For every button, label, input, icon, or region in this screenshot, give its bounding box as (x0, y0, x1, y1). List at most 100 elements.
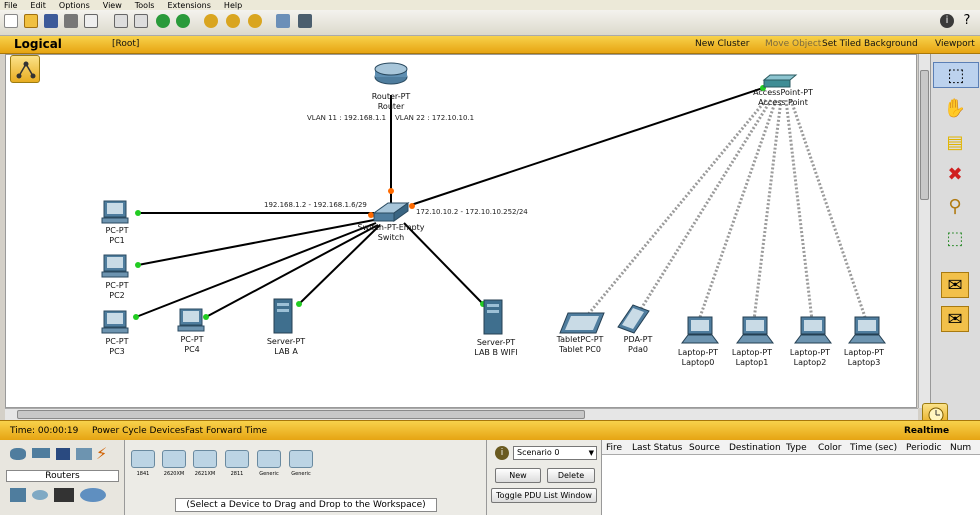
laptop2-type-label: Laptop-PT (790, 348, 830, 357)
save-icon[interactable] (44, 14, 58, 28)
pdu-col-num[interactable]: Num (950, 443, 971, 453)
place-note-icon[interactable]: ▤ (941, 130, 969, 156)
pdu-col-source[interactable]: Source (689, 443, 720, 453)
router-icon (289, 450, 313, 468)
scenario-select[interactable]: Scenario 0 ▼ (513, 446, 597, 460)
help-icon[interactable]: ? (960, 14, 974, 28)
delete-icon[interactable]: ✖ (941, 162, 969, 188)
access-point-device[interactable]: AccessPoint-PT Access Point (753, 74, 813, 107)
device-generic-1[interactable]: Generic (257, 450, 281, 478)
realtime-mode-title[interactable]: Realtime (904, 426, 949, 436)
add-complex-pdu-icon[interactable]: ✉ (941, 306, 969, 332)
tablet-device[interactable]: TabletPC-PT Tablet PC0 (556, 312, 605, 354)
device-2811[interactable]: 2811 (225, 450, 249, 478)
add-simple-pdu-icon[interactable]: ✉ (941, 272, 969, 298)
zoom-out-icon[interactable] (248, 14, 262, 28)
menu-extensions[interactable]: Extensions (167, 1, 210, 10)
resize-shape-icon[interactable]: ⬚ (941, 226, 969, 252)
undo-icon[interactable] (156, 14, 170, 28)
router-device[interactable]: Router-PT Router (372, 62, 411, 111)
workspace-vertical-scrollbar[interactable] (918, 54, 930, 408)
pc4-device[interactable]: PC-PT PC4 (177, 308, 205, 354)
scenario-info-icon[interactable]: i (495, 446, 509, 460)
device-2620xm[interactable]: 2620XM (162, 450, 186, 478)
menu-tools[interactable]: Tools (135, 1, 155, 10)
routers-category-icon[interactable] (10, 448, 26, 460)
laptop1-device[interactable]: Laptop-PT Laptop1 (732, 316, 774, 367)
laba-type-label: Server-PT (267, 337, 305, 346)
pc2-device[interactable]: PC-PT PC2 (101, 254, 129, 300)
pdu-col-type[interactable]: Type (786, 443, 807, 453)
vlan22-label: VLAN 22 : 172.10.10.1 (395, 114, 474, 122)
vlan11-label: VLAN 11 : 192.168.1.1 (307, 114, 386, 122)
wan-emulation-category-icon[interactable] (32, 490, 48, 500)
device-generic-2[interactable]: Generic (289, 450, 313, 478)
paste-icon[interactable] (134, 14, 148, 28)
server-lab-b-device[interactable]: Server-PT LAB B WIFI (474, 299, 518, 357)
router-icon (225, 450, 249, 468)
pdu-col-last-status[interactable]: Last Status (632, 443, 682, 453)
pc3-device[interactable]: PC-PT PC3 (101, 310, 129, 356)
select-tool-icon[interactable]: ⬚ (933, 62, 979, 88)
custom-device-icon[interactable] (298, 14, 312, 28)
root-breadcrumb[interactable]: [Root] (112, 39, 139, 49)
copy-icon[interactable] (114, 14, 128, 28)
laptop0-device[interactable]: Laptop-PT Laptop0 (678, 316, 719, 367)
pdu-col-color[interactable]: Color (818, 443, 842, 453)
wireless-link-laptop1 (752, 99, 783, 321)
device-1841[interactable]: 1841 (131, 450, 155, 478)
menu-file[interactable]: File (4, 1, 17, 10)
wireless-category-icon[interactable] (76, 448, 92, 460)
laptop3-device[interactable]: Laptop-PT Laptop3 (844, 316, 886, 367)
horizontal-scroll-thumb[interactable] (17, 410, 585, 419)
palette-icon[interactable] (276, 14, 290, 28)
pdu-col-destination[interactable]: Destination (729, 443, 781, 453)
pdu-col-fire[interactable]: Fire (606, 443, 622, 453)
pc1-device[interactable]: PC-PT PC1 (101, 200, 129, 245)
new-cluster-button[interactable]: New Cluster (695, 39, 749, 49)
laptop2-device[interactable]: Laptop-PT Laptop2 (790, 316, 832, 367)
activity-wizard-icon[interactable] (84, 14, 98, 28)
custom-devices-category-icon[interactable] (54, 488, 74, 502)
toggle-pdu-list-button[interactable]: Toggle PDU List Window (491, 488, 597, 503)
new-file-icon[interactable] (4, 14, 18, 28)
vertical-scroll-thumb[interactable] (920, 70, 929, 200)
print-icon[interactable] (64, 14, 78, 28)
open-folder-icon[interactable] (24, 14, 38, 28)
server-lab-a-device[interactable]: Server-PT LAB A (267, 298, 305, 356)
move-layout-hand-icon[interactable]: ✋ (941, 96, 969, 122)
pc1-type-label: PC-PT (105, 226, 128, 235)
menu-help[interactable]: Help (224, 1, 242, 10)
wireless-link-laptop0 (697, 99, 778, 321)
set-tiled-background-button[interactable]: Set Tiled Background (822, 39, 918, 49)
topology-canvas: Router-PT Router VLAN 11 : 192.168.1.1 V… (101, 62, 886, 367)
menu-view[interactable]: View (103, 1, 122, 10)
switches-category-icon[interactable] (32, 448, 50, 458)
info-icon[interactable]: i (940, 14, 954, 28)
logical-view-button[interactable] (10, 55, 40, 83)
port-indicator (409, 203, 415, 209)
hubs-category-icon[interactable] (56, 448, 70, 460)
delete-scenario-button[interactable]: Delete (547, 468, 595, 483)
end-devices-category-icon[interactable] (10, 488, 26, 502)
inspect-magnifier-icon[interactable]: ⚲ (941, 194, 969, 220)
menu-edit[interactable]: Edit (30, 1, 46, 10)
workspace-horizontal-scrollbar[interactable] (5, 408, 918, 420)
power-cycle-button[interactable]: Power Cycle Devices (92, 426, 185, 436)
move-object-button[interactable]: Move Object (765, 39, 821, 49)
logical-workspace[interactable]: Router-PT Router VLAN 11 : 192.168.1.1 V… (5, 54, 917, 408)
new-scenario-button[interactable]: New (495, 468, 541, 483)
viewport-button[interactable]: Viewport (935, 39, 975, 49)
fast-forward-button[interactable]: Fast Forward Time (185, 426, 267, 436)
ap-switch-link (410, 87, 764, 206)
menu-options[interactable]: Options (59, 1, 90, 10)
pdu-col-periodic[interactable]: Periodic (906, 443, 942, 453)
pda-device[interactable]: PDA-PT Pda0 (617, 304, 652, 354)
zoom-reset-icon[interactable] (226, 14, 240, 28)
device-2621xm[interactable]: 2621XM (193, 450, 217, 478)
redo-icon[interactable] (176, 14, 190, 28)
zoom-in-icon[interactable] (204, 14, 218, 28)
connections-category-icon[interactable]: ⚡ (96, 444, 107, 463)
multiuser-cloud-icon[interactable] (80, 488, 106, 502)
pdu-col-time[interactable]: Time (sec) (850, 443, 897, 453)
